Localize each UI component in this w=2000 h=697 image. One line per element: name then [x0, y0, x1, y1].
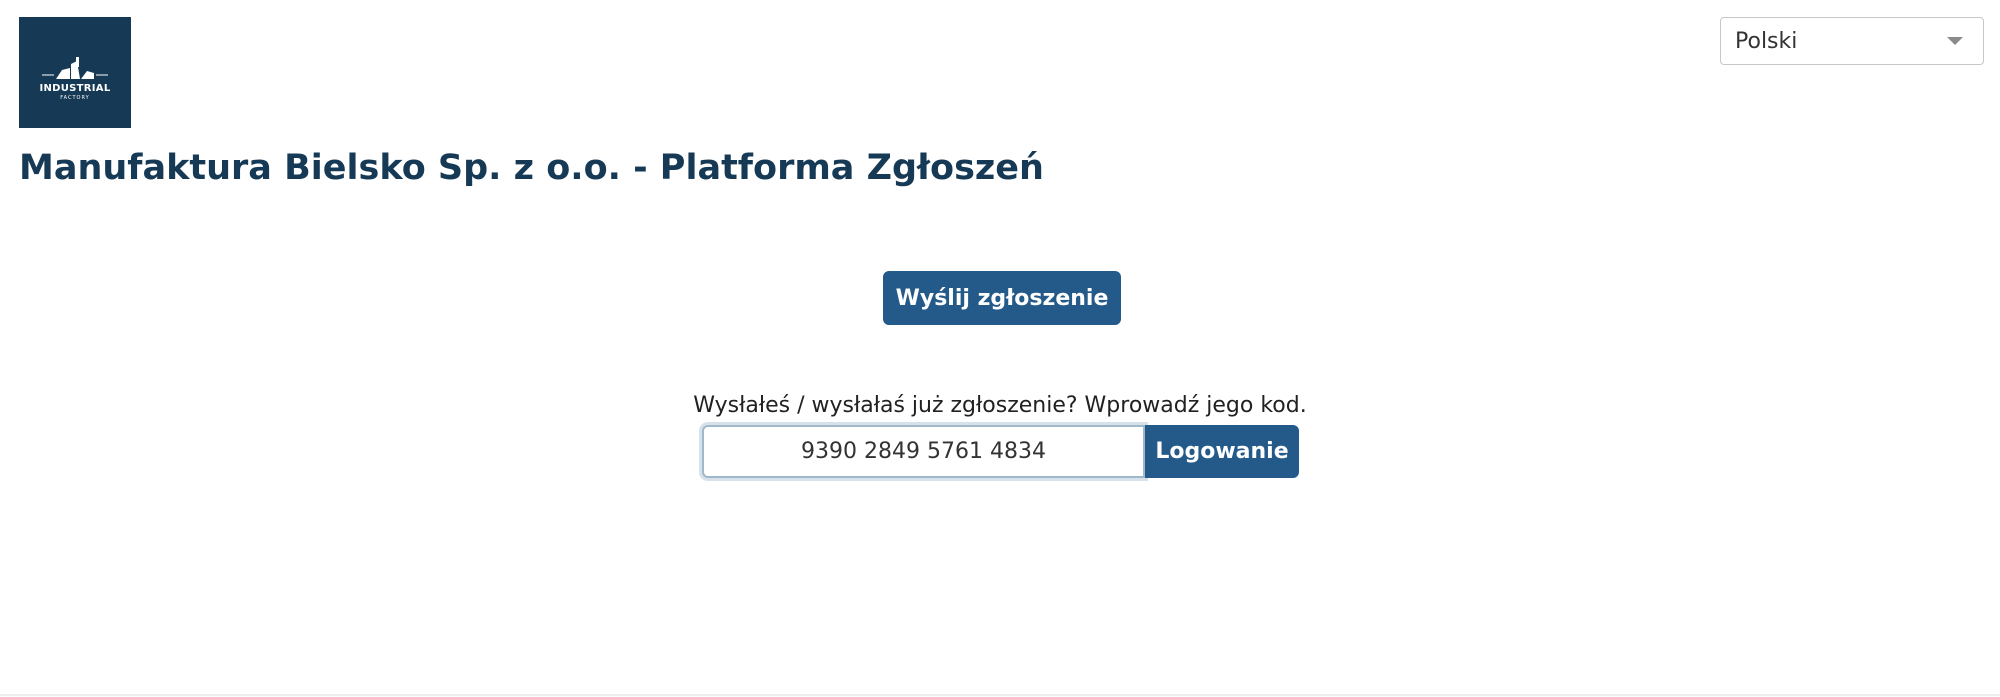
language-select[interactable]: Polski — [1720, 17, 1984, 65]
login-prompt: Wysłałeś / wysłałaś już zgłoszenie? Wpro… — [693, 393, 1307, 418]
factory-icon — [42, 56, 108, 79]
code-input[interactable] — [702, 425, 1145, 478]
company-logo: INDUSTRIAL FACTORY — [19, 17, 131, 128]
chevron-down-icon — [1947, 37, 1963, 45]
page: INDUSTRIAL FACTORY Polski Manufaktura Bi… — [0, 0, 2000, 697]
submit-report-button[interactable]: Wyślij zgłoszenie — [883, 271, 1121, 325]
logo-subtext: FACTORY — [60, 94, 90, 101]
bottom-divider — [0, 694, 2000, 696]
logo-text: INDUSTRIAL — [39, 82, 111, 94]
language-select-value: Polski — [1735, 28, 1798, 54]
login-button[interactable]: Logowanie — [1145, 425, 1299, 478]
page-title: Manufaktura Bielsko Sp. z o.o. - Platfor… — [19, 148, 1044, 188]
login-form: Logowanie — [702, 425, 1299, 478]
